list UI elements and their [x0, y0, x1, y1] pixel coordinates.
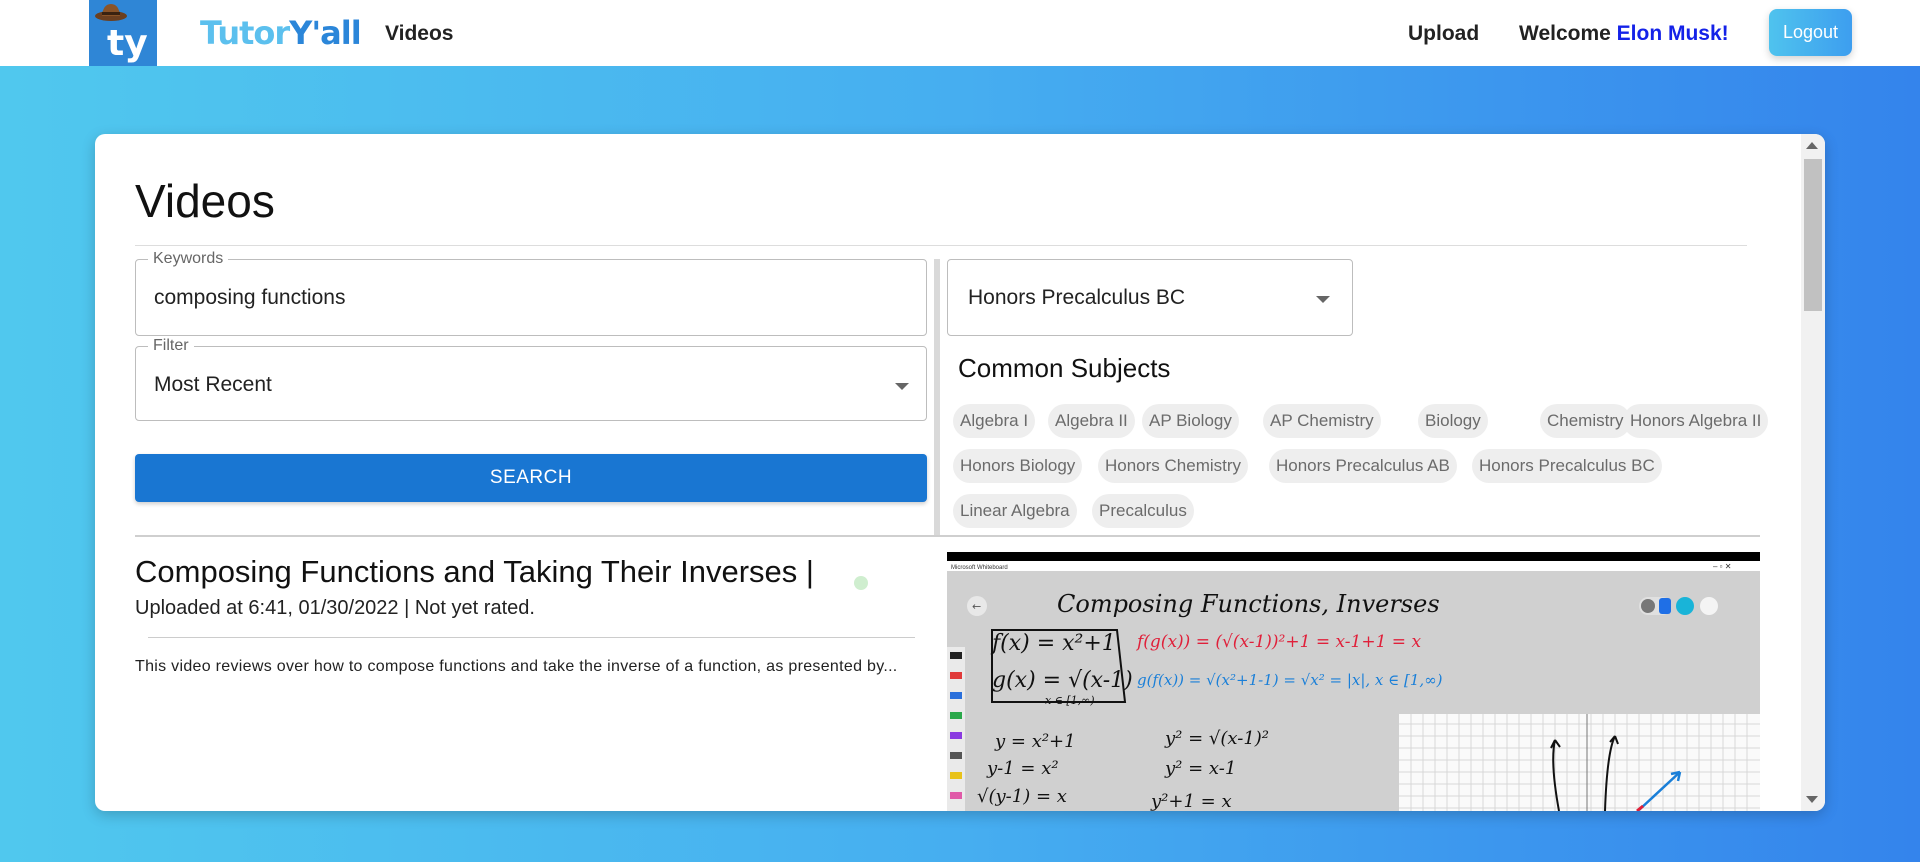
subject-select[interactable]: Honors Precalculus BC	[947, 259, 1353, 336]
thumb-step-1: y = x²+1	[994, 731, 1076, 752]
subject-chip[interactable]: Linear Algebra	[953, 494, 1077, 528]
video-thumbnail[interactable]: Microsoft Whiteboard – ▫ ✕ ← Composing F…	[947, 552, 1760, 811]
common-subjects-title: Common Subjects	[958, 353, 1171, 383]
back-arrow-icon: ←	[972, 600, 981, 613]
subject-chip[interactable]: AP Chemistry	[1263, 404, 1381, 438]
nav-upload-link[interactable]: Upload	[1408, 22, 1479, 46]
video-description: This video reviews over how to compose f…	[135, 658, 898, 675]
subject-chip[interactable]: Honors Chemistry	[1098, 449, 1249, 483]
card-scrollbar[interactable]	[1801, 134, 1825, 811]
search-button[interactable]: SEARCH	[135, 454, 927, 502]
filter-select[interactable]: Filter Most Recent	[135, 337, 927, 421]
welcome-message: Welcome Elon Musk!	[1519, 22, 1729, 46]
thumb-inverse-1: y² = √(x-1)²	[1164, 728, 1269, 749]
results-divider	[135, 535, 1760, 537]
logout-button[interactable]: Logout	[1769, 9, 1852, 56]
filter-value: Most Recent	[154, 373, 272, 396]
thumb-gof: g(f(x)) = √(x²+1-1) = √x² = |x|, x ∈ [1,…	[1137, 671, 1443, 689]
subject-value: Honors Precalculus BC	[968, 286, 1186, 309]
thumb-f-def: f(x) = x²+1	[990, 631, 1116, 656]
subject-chip[interactable]: Algebra I	[953, 404, 1036, 438]
thumb-inverse-3: y²+1 = x	[1150, 791, 1232, 811]
subject-chip[interactable]: Honors Biology	[953, 449, 1083, 483]
video-meta: Uploaded at 6:41, 01/30/2022 | Not yet r…	[135, 597, 535, 619]
brand-part-2: Y'all	[289, 14, 361, 52]
whiteboard-thumbnail-image: Microsoft Whiteboard – ▫ ✕ ← Composing F…	[947, 552, 1760, 811]
window-controls-icon: – ▫ ✕	[1713, 562, 1731, 571]
user-name: Elon Musk!	[1616, 22, 1729, 45]
top-navbar: ty TutorY'all Videos Upload Welcome Elon…	[0, 0, 1920, 66]
keywords-label: Keywords	[148, 250, 229, 268]
videos-card: Videos Keywords composing functions Filt…	[95, 134, 1825, 811]
scroll-up-arrow-icon[interactable]	[1806, 142, 1818, 149]
scrollbar-thumb[interactable]	[1804, 159, 1822, 311]
nav-videos-link[interactable]: Videos	[385, 22, 453, 46]
subject-chip[interactable]: Chemistry	[1540, 404, 1631, 438]
subject-chip[interactable]: Honors Precalculus BC	[1472, 449, 1662, 483]
thumb-heading: Composing Functions, Inverses	[1057, 590, 1440, 618]
thumb-g-domain: x ∈ [1,∞)	[1045, 694, 1095, 707]
subject-chip[interactable]: Precalculus	[1092, 494, 1194, 528]
thumb-g-def: g(x) = √(x-1)	[992, 668, 1133, 693]
brand-name[interactable]: TutorY'all	[200, 14, 362, 52]
subject-chip[interactable]: Algebra II	[1048, 404, 1135, 438]
keywords-field[interactable]: Keywords composing functions	[135, 250, 927, 336]
subject-chip[interactable]: Biology	[1418, 404, 1488, 438]
filter-label: Filter	[148, 337, 194, 355]
welcome-prefix: Welcome	[1519, 22, 1617, 45]
thumb-inverse-2: y² = x-1	[1164, 758, 1236, 779]
chevron-down-icon[interactable]	[1316, 296, 1330, 303]
thumb-fog: f(g(x)) = (√(x-1))²+1 = x-1+1 = x	[1135, 632, 1421, 652]
scroll-down-arrow-icon[interactable]	[1806, 796, 1818, 803]
chevron-down-icon[interactable]	[895, 383, 909, 390]
subject-chip[interactable]: Honors Precalculus AB	[1269, 449, 1457, 483]
vertical-divider	[934, 259, 940, 537]
keywords-input[interactable]: composing functions	[154, 286, 345, 310]
status-dot	[854, 576, 868, 590]
subject-chip[interactable]: AP Biology	[1142, 404, 1239, 438]
thumb-step-3: √(y-1) = x	[977, 786, 1067, 807]
title-divider	[135, 245, 1747, 246]
page-title: Videos	[135, 175, 275, 227]
graph-grid	[1399, 714, 1760, 811]
cowboy-hat-logo-icon: ty	[95, 4, 148, 64]
thumb-step-2: y-1 = x²	[986, 758, 1059, 779]
thumb-window-title: Microsoft Whiteboard	[951, 565, 1008, 571]
logo[interactable]: ty	[89, 0, 157, 66]
video-title[interactable]: Composing Functions and Taking Their Inv…	[135, 554, 814, 590]
video-divider	[148, 637, 915, 638]
logo-letters: ty	[107, 23, 148, 64]
brand-part-1: Tutor	[200, 14, 290, 52]
subject-chip[interactable]: Honors Algebra II	[1623, 404, 1769, 438]
pen-toolbar	[947, 647, 965, 811]
